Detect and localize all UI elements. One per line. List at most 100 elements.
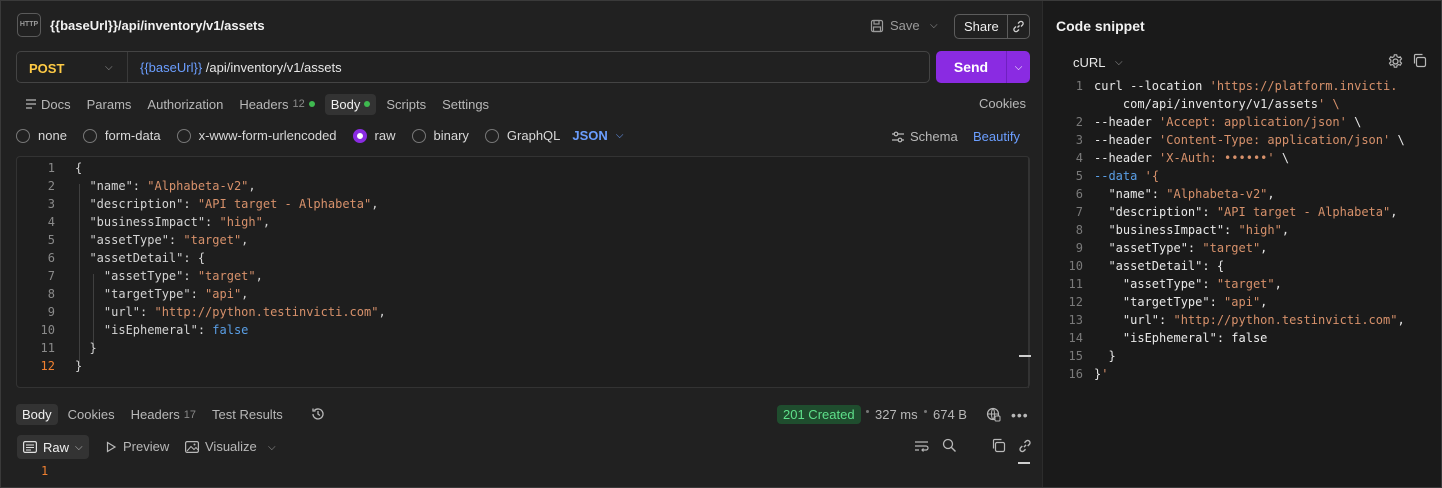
line-text: "isEphemeral": false xyxy=(75,323,249,337)
code-snippet-panel: Code snippet cURL ⌵ 1 curl --location 'ht… xyxy=(1042,1,1441,487)
format-select[interactable]: JSON xyxy=(572,128,607,143)
body-editor[interactable]: 1 { 2 "name": "Alphabeta-v2", 3 "descript… xyxy=(16,156,1031,388)
response-tab-cookies[interactable]: Cookies xyxy=(62,404,121,425)
response-time[interactable]: 327 ms xyxy=(875,407,918,422)
line-text: --data '{ xyxy=(1094,169,1160,183)
beautify-button[interactable]: Beautify xyxy=(973,129,1020,144)
radio-urlencoded[interactable]: x-www-form-urlencoded xyxy=(176,128,337,143)
send-chevron-down-icon[interactable]: ⌵ xyxy=(1006,51,1030,83)
active-dot-icon xyxy=(308,101,315,107)
url-input[interactable]: {{baseUrl}} /api/inventory/v1/assets xyxy=(140,60,342,75)
tab-label: Params xyxy=(86,96,132,112)
line-text: curl --location 'https://platform.invict… xyxy=(1094,79,1398,93)
chevron-down-icon[interactable]: ⌵ xyxy=(1115,57,1123,68)
tab-body[interactable]: Body xyxy=(324,93,377,115)
radio-binary[interactable]: binary xyxy=(411,128,469,143)
line-text: "businessImpact": "high", xyxy=(75,215,271,229)
line-text: "url": "http://python.testinvicti.com", xyxy=(75,305,386,319)
radio-label: none xyxy=(38,128,67,143)
history-icon[interactable] xyxy=(310,406,326,422)
line-number: 7 xyxy=(47,269,55,283)
line-number: 1 xyxy=(47,161,55,175)
radio-form-data[interactable]: form-data xyxy=(82,128,161,143)
cookies-link[interactable]: Cookies xyxy=(979,96,1026,111)
radio-graphql[interactable]: GraphQL xyxy=(484,128,561,143)
response-tab-headers[interactable]: Headers 17 xyxy=(125,404,202,425)
copy-icon[interactable] xyxy=(1412,53,1427,68)
link-icon[interactable] xyxy=(1018,439,1032,453)
line-number: 8 xyxy=(1075,223,1083,237)
status-badge[interactable]: 201 Created xyxy=(777,405,861,424)
schema-button[interactable]: Schema xyxy=(891,129,958,144)
method-select[interactable]: POST xyxy=(29,61,64,76)
gear-icon[interactable] xyxy=(1387,53,1404,70)
wrap-lines-icon[interactable] xyxy=(914,439,930,453)
radio-label: GraphQL xyxy=(506,128,561,143)
editor-scrollbar[interactable] xyxy=(1028,158,1029,388)
radio-label: binary xyxy=(433,128,469,143)
radio-circle-icon xyxy=(411,128,426,143)
chevron-down-icon[interactable]: ⌵ xyxy=(616,130,624,141)
line-text: "description": "API target - Alphabeta", xyxy=(75,197,379,211)
line-number: 12 xyxy=(40,359,55,373)
search-icon[interactable] xyxy=(942,438,957,453)
line-number: 2 xyxy=(1075,115,1083,129)
tab-scripts[interactable]: Scripts xyxy=(380,94,432,115)
line-number: 6 xyxy=(47,251,55,265)
response-tab-test-results[interactable]: Test Results xyxy=(206,404,289,425)
chevron-down-icon[interactable]: ⌵ xyxy=(105,62,113,73)
tab-docs[interactable]: Docs xyxy=(19,94,77,115)
send-label: Send xyxy=(953,59,989,75)
tab-label: Settings xyxy=(442,96,490,112)
line-text: "targetType": "api", xyxy=(1094,295,1268,309)
tab-headers[interactable]: Headers 12 xyxy=(233,94,320,115)
radio-label: raw xyxy=(374,128,396,143)
preview-button[interactable]: Preview xyxy=(105,439,169,454)
response-tab-body[interactable]: Body xyxy=(16,404,58,425)
line-text: --header 'Content-Type: application/json… xyxy=(1094,133,1405,147)
tab-label: Authorization xyxy=(147,96,224,112)
radio-none[interactable]: none xyxy=(16,128,67,143)
line-number: 14 xyxy=(1068,331,1083,345)
line-number: 3 xyxy=(1075,133,1083,147)
headers-count: 12 xyxy=(292,98,305,110)
response-tabs: Body Cookies Headers 17 Test Results xyxy=(16,404,293,425)
request-title[interactable]: {{baseUrl}}/api/inventory/v1/assets xyxy=(50,18,265,33)
panel-title: Code snippet xyxy=(1056,18,1145,34)
line-number: 8 xyxy=(47,287,55,301)
chevron-down-icon[interactable]: ⌵ xyxy=(268,442,276,453)
copy-icon[interactable] xyxy=(991,438,1006,453)
http-request-icon: HTTP xyxy=(17,13,41,37)
line-number: 4 xyxy=(1075,151,1083,165)
url-variable: {{baseUrl}} xyxy=(140,60,203,75)
line-text: --header 'X-Auth: ••••••' \ xyxy=(1094,151,1290,165)
save-chevron-down-icon[interactable]: ⌵ xyxy=(930,20,938,31)
network-globe-icon[interactable] xyxy=(986,407,1001,422)
line-number: 3 xyxy=(47,197,55,211)
line-number: 4 xyxy=(47,215,55,229)
line-text: "targetType": "api", xyxy=(75,287,249,301)
line-number: 9 xyxy=(47,305,55,319)
send-button[interactable]: Send ⌵ xyxy=(936,51,1030,83)
radio-raw[interactable]: raw xyxy=(352,128,396,143)
line-text: "assetType": "target", xyxy=(1094,241,1268,255)
response-line-number: 1 xyxy=(41,464,49,478)
share-label: Share xyxy=(964,19,999,34)
tab-params[interactable]: Params xyxy=(81,94,138,115)
tab-authorization[interactable]: Authorization xyxy=(141,94,229,115)
visualize-label: Visualize xyxy=(205,439,257,454)
raw-view-select[interactable]: Raw ⌵ xyxy=(17,435,89,459)
visualize-button[interactable]: Visualize xyxy=(185,439,257,454)
tab-settings[interactable]: Settings xyxy=(436,94,495,115)
language-select[interactable]: cURL xyxy=(1073,55,1106,70)
copy-link-icon[interactable] xyxy=(1007,15,1029,38)
share-button[interactable]: Share xyxy=(954,14,1030,39)
schema-icon xyxy=(891,131,905,143)
more-options-icon[interactable]: ••• xyxy=(1011,407,1029,423)
line-text: "name": "Alphabeta-v2", xyxy=(75,179,256,193)
line-number: 15 xyxy=(1068,349,1083,363)
save-button[interactable]: Save xyxy=(870,18,920,33)
response-size[interactable]: 674 B xyxy=(933,407,967,422)
line-number: 5 xyxy=(1075,169,1083,183)
headers-count: 17 xyxy=(183,408,196,421)
